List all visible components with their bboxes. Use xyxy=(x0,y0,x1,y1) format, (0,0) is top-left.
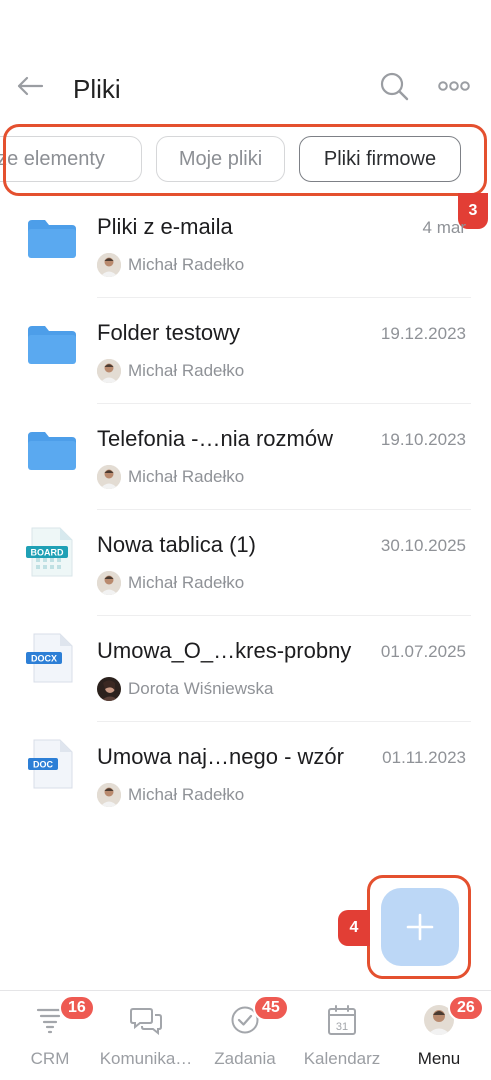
more-options-button[interactable] xyxy=(436,70,472,102)
nav-item-crm[interactable]: CRM 16 xyxy=(1,995,99,1073)
file-owner: Michał Radełko xyxy=(97,782,244,808)
docx-file-icon: DOCX xyxy=(26,633,73,683)
highlight-frame-chips xyxy=(3,124,487,196)
list-item[interactable]: Pliki z e-maila 4 mar Michał Radełko xyxy=(0,192,491,298)
list-item[interactable]: DOC Umowa naj…nego - wzór 01.11.2023 Mic… xyxy=(0,722,491,828)
nav-label: Menu xyxy=(417,1049,461,1068)
back-button[interactable] xyxy=(14,70,46,102)
page-title: Pliki xyxy=(73,74,121,104)
file-type-label: DOCX xyxy=(31,654,57,664)
folder-icon xyxy=(28,220,76,258)
doc-file-icon: DOC xyxy=(28,739,73,789)
nav-item-menu[interactable]: Menu 26 xyxy=(390,995,488,1073)
step-badge-4: 4 xyxy=(338,910,370,946)
list-item[interactable]: Folder testowy 19.12.2023 Michał Radełko xyxy=(0,298,491,404)
svg-text:31: 31 xyxy=(336,1021,348,1033)
bottom-navigation: CRM 16 Komunika… Zadania 45 31 Kalendarz… xyxy=(0,990,491,1080)
notification-badge: 26 xyxy=(448,995,484,1021)
file-date: 01.07.2025 xyxy=(380,642,466,661)
avatar xyxy=(97,465,121,489)
arrow-left-icon xyxy=(17,76,44,96)
search-button[interactable] xyxy=(378,70,410,102)
file-owner: Michał Radełko xyxy=(97,464,244,490)
calendar-icon: 31 xyxy=(325,1003,359,1037)
owner-name: Michał Radełko xyxy=(128,255,245,274)
list-item[interactable]: DOCX Umowa_O_…kres-probny 01.07.2025 Dor… xyxy=(0,616,491,722)
folder-icon xyxy=(28,432,76,470)
nav-item-calendar[interactable]: 31 Kalendarz xyxy=(293,1003,391,1073)
file-name: Umowa naj…nego - wzór xyxy=(97,744,344,769)
list-item[interactable]: Telefonia -…nia rozmów 19.10.2023 Michał… xyxy=(0,404,491,510)
owner-name: Michał Radełko xyxy=(128,361,245,380)
file-type-label: DOC xyxy=(33,760,54,770)
nav-item-messenger[interactable]: Komunika… xyxy=(97,1003,195,1073)
nav-label: CRM xyxy=(30,1049,70,1068)
owner-name: Dorota Wiśniewska xyxy=(128,679,274,698)
top-app-bar: Pliki xyxy=(0,60,491,116)
more-dots-icon xyxy=(438,81,470,91)
file-owner: Michał Radełko xyxy=(97,570,244,596)
search-icon xyxy=(380,72,409,101)
nav-item-tasks[interactable]: Zadania 45 xyxy=(196,995,294,1073)
file-date: 30.10.2025 xyxy=(380,536,466,555)
chat-bubbles-icon xyxy=(129,1003,163,1037)
file-name: Telefonia -…nia rozmów xyxy=(97,426,333,451)
file-name: Pliki z e-maila xyxy=(97,214,233,239)
file-name: Folder testowy xyxy=(97,320,241,345)
avatar xyxy=(97,677,121,701)
avatar xyxy=(97,359,121,383)
owner-name: Michał Radełko xyxy=(128,467,245,486)
file-date: 19.12.2023 xyxy=(380,324,466,343)
avatar xyxy=(97,783,121,807)
nav-label: Kalendarz xyxy=(303,1049,381,1068)
folder-icon xyxy=(28,326,76,364)
board-file-icon: BOARD xyxy=(26,527,73,577)
file-type-label: BOARD xyxy=(31,548,64,558)
file-owner: Dorota Wiśniewska xyxy=(97,676,274,702)
nav-label: Zadania xyxy=(214,1049,276,1068)
file-name: Nowa tablica (1) xyxy=(97,532,256,557)
owner-name: Michał Radełko xyxy=(128,785,245,804)
owner-name: Michał Radełko xyxy=(128,573,245,592)
file-date: 4 mar xyxy=(422,218,466,237)
file-owner: Michał Radełko xyxy=(97,358,244,384)
notification-badge: 45 xyxy=(253,995,289,1021)
file-name: Umowa_O_…kres-probny xyxy=(97,638,352,663)
nav-label: Komunika… xyxy=(99,1049,193,1068)
list-item[interactable]: BOARD Nowa tablica (1) 30.10.2025 Michał… xyxy=(0,510,491,616)
highlight-frame-fab xyxy=(367,875,471,979)
notification-badge: 16 xyxy=(59,995,95,1021)
file-owner: Michał Radełko xyxy=(97,252,244,278)
file-date: 01.11.2023 xyxy=(382,748,466,767)
avatar xyxy=(97,253,121,277)
avatar xyxy=(97,571,121,595)
file-date: 19.10.2023 xyxy=(380,430,466,449)
